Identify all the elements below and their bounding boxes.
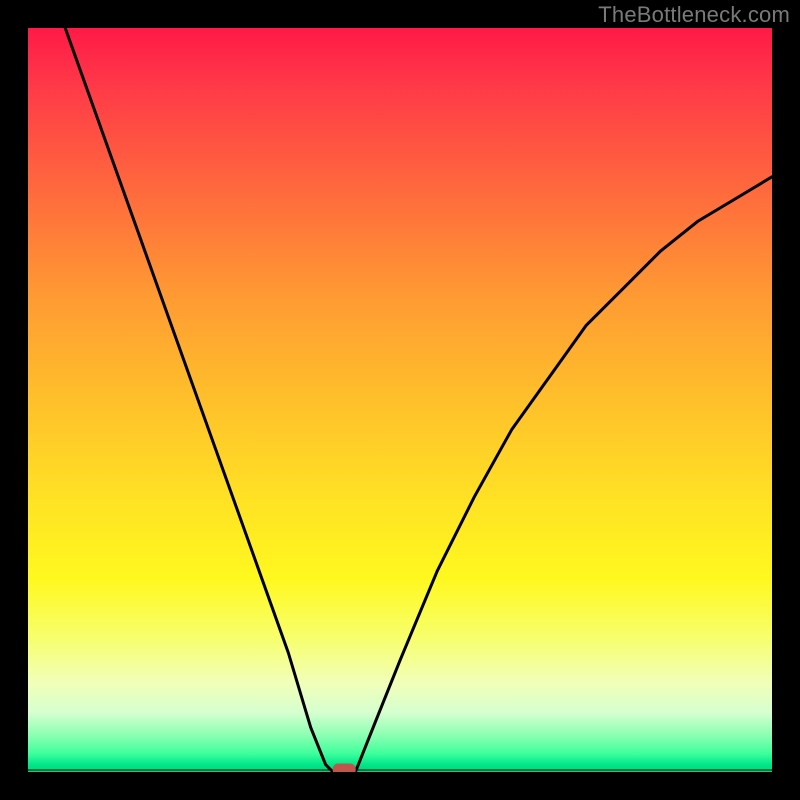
minimum-marker: [333, 764, 355, 772]
right-branch-curve: [355, 177, 772, 772]
left-branch-curve: [65, 28, 333, 772]
plot-area: [28, 28, 772, 772]
curve-layer: [28, 28, 772, 772]
watermark-text: TheBottleneck.com: [598, 2, 790, 28]
chart-frame: TheBottleneck.com: [0, 0, 800, 800]
